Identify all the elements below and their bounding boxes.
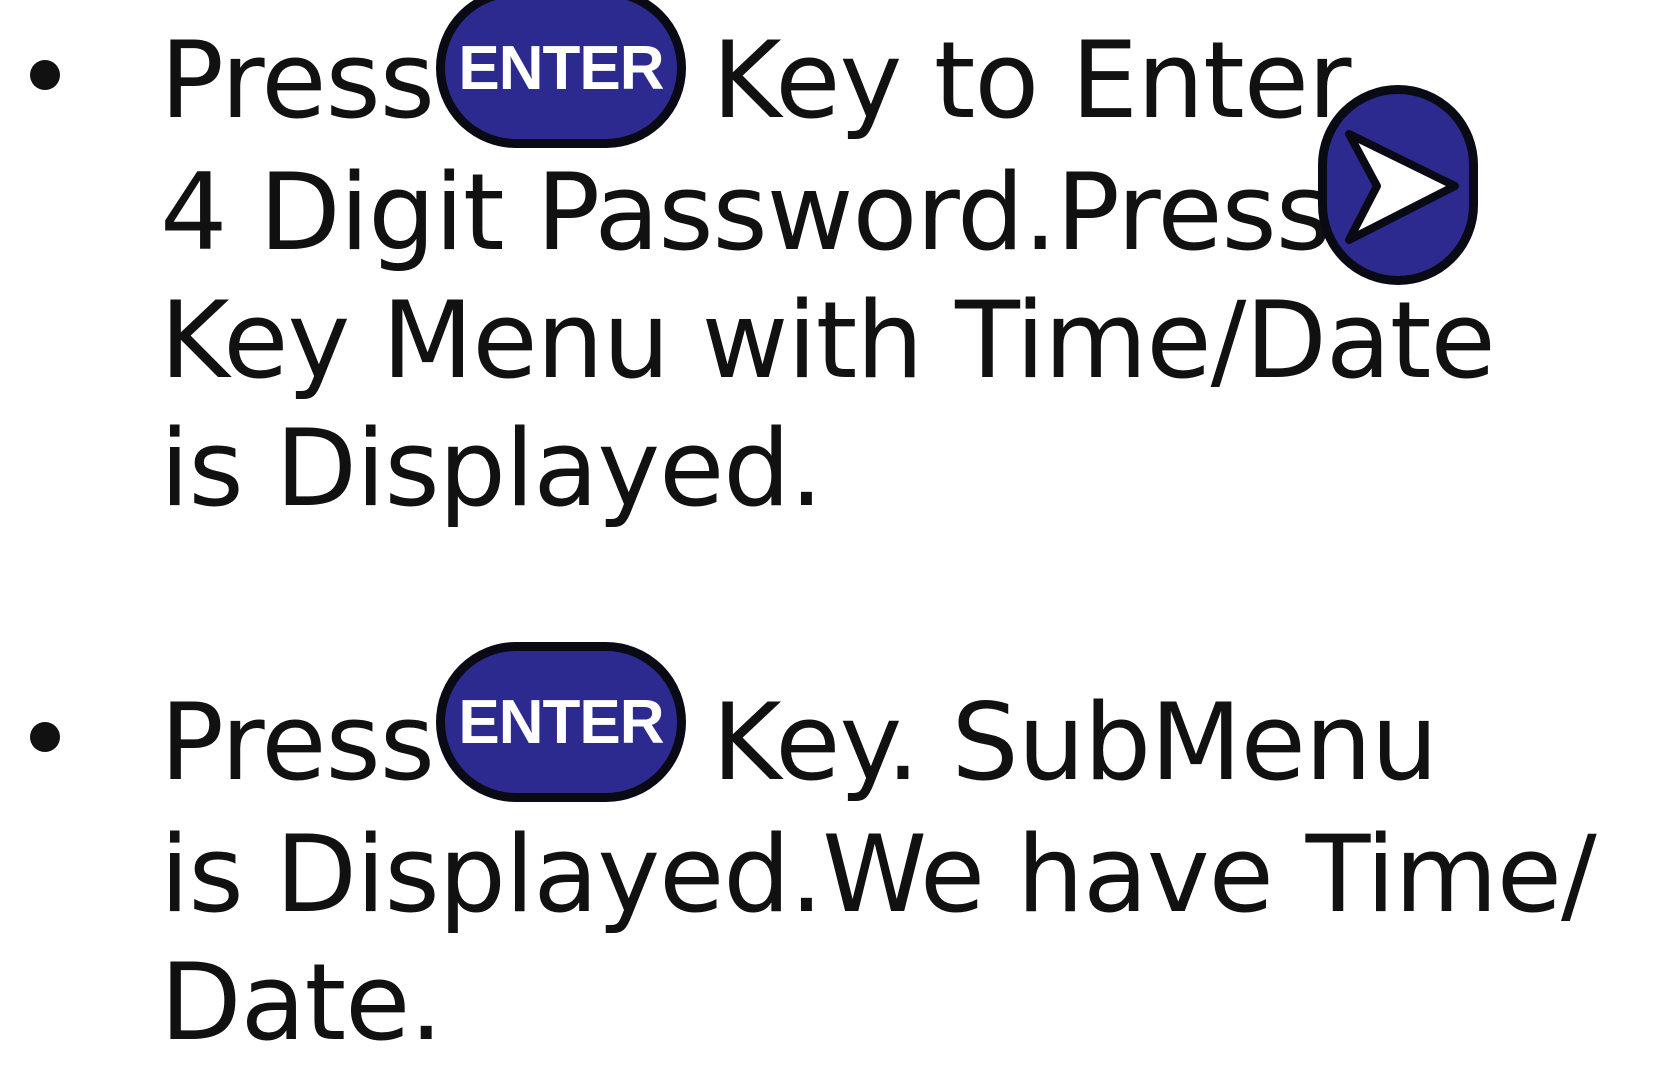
text-press: Press — [160, 681, 435, 804]
text-key-to-enter: Key to Enter — [712, 19, 1351, 142]
text-line-3: Date. — [160, 941, 443, 1064]
enter-key-label: ENTER — [458, 687, 664, 757]
right-arrow-icon — [1345, 130, 1459, 244]
enter-key-icon: ENTER — [436, 642, 686, 802]
text-line-2: 4 Digit Password.Press — [160, 151, 1331, 274]
bullet — [30, 722, 60, 752]
text-key-submenu: Key. SubMenu — [712, 681, 1438, 804]
text-press: Press — [160, 19, 435, 142]
text-line-3: Key Menu with Time/Date — [160, 279, 1496, 402]
text-line-2: is Displayed.We have Time/ — [160, 813, 1597, 936]
enter-key-label: ENTER — [458, 33, 664, 103]
enter-key-icon: ENTER — [436, 0, 686, 148]
right-arrow-key-icon — [1318, 85, 1478, 285]
bullet — [30, 60, 60, 90]
text-line-4: is Displayed. — [160, 407, 823, 530]
